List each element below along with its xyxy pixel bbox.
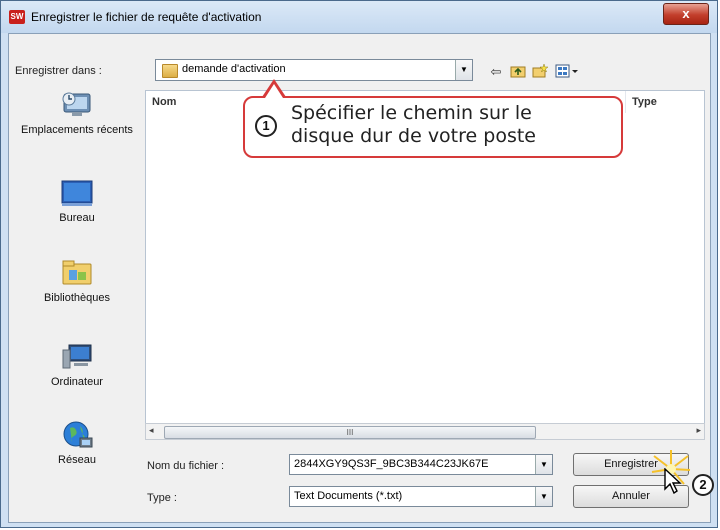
computer-icon <box>60 342 94 372</box>
filename-input[interactable]: 2844XGY9QS3F_9BC3B344C23JK67E ▼ <box>289 454 553 475</box>
chevron-down-icon[interactable]: ▼ <box>535 487 552 506</box>
chevron-down-icon[interactable]: ▼ <box>455 60 472 80</box>
title-bar[interactable]: SW Enregistrer le fichier de requête d'a… <box>1 1 717 33</box>
column-header-type[interactable]: Type <box>626 91 704 113</box>
step-2-number: 2 <box>692 474 714 496</box>
place-computer[interactable]: Ordinateur <box>17 342 137 388</box>
place-desktop-label: Bureau <box>59 212 95 224</box>
filename-label: Nom du fichier : <box>147 460 225 472</box>
place-recent-label: Emplacements récents <box>21 124 133 136</box>
up-folder-icon[interactable] <box>509 64 527 80</box>
scroll-right-icon[interactable]: ▸ <box>696 425 701 436</box>
window-title: Enregistrer le fichier de requête d'acti… <box>31 10 262 24</box>
filetype-dropdown[interactable]: Text Documents (*.txt) ▼ <box>289 486 553 507</box>
views-menu-icon[interactable] <box>555 64 579 80</box>
place-network-label: Réseau <box>58 454 96 466</box>
libraries-icon <box>60 258 94 288</box>
place-computer-label: Ordinateur <box>51 376 103 388</box>
filetype-label: Type : <box>147 492 177 504</box>
callout-text: Spécifier le chemin sur le disque dur de… <box>291 102 536 148</box>
folder-icon <box>162 64 178 78</box>
save-in-label: Enregistrer dans : <box>15 65 102 77</box>
callout-number: 1 <box>255 115 277 137</box>
callout-text-line2: disque dur de votre poste <box>291 125 536 147</box>
place-libraries[interactable]: Bibliothèques <box>17 258 137 304</box>
places-bar: Emplacements récents Bureau Bibliothèque… <box>17 86 137 498</box>
place-libraries-label: Bibliothèques <box>43 292 111 304</box>
mouse-cursor-icon <box>664 467 682 500</box>
filetype-value: Text Documents (*.txt) <box>294 490 403 502</box>
back-icon[interactable]: ⇦ <box>487 64 505 80</box>
callout-tail-inner <box>265 84 283 98</box>
recent-places-icon <box>60 90 94 120</box>
place-network[interactable]: Réseau <box>17 420 137 466</box>
new-folder-icon[interactable] <box>531 63 549 80</box>
desktop-icon <box>60 178 94 208</box>
app-logo-icon: SW <box>9 10 25 24</box>
scrollbar-thumb[interactable]: III <box>164 426 536 439</box>
callout-text-line1: Spécifier le chemin sur le <box>291 102 532 124</box>
save-in-dropdown[interactable]: demande d'activation ▼ <box>155 59 473 81</box>
network-icon <box>60 420 94 450</box>
place-desktop[interactable]: Bureau <box>17 178 137 224</box>
chevron-down-icon[interactable]: ▼ <box>535 455 552 474</box>
horizontal-scrollbar[interactable]: ◂ III ▸ <box>145 423 705 440</box>
callout-annotation: 1 Spécifier le chemin sur le disque dur … <box>243 96 623 158</box>
save-dialog: SW Enregistrer le fichier de requête d'a… <box>0 0 718 528</box>
scroll-left-icon[interactable]: ◂ <box>149 425 154 436</box>
save-in-value: demande d'activation <box>182 63 286 75</box>
place-recent[interactable]: Emplacements récents <box>17 90 137 136</box>
filename-value: 2844XGY9QS3F_9BC3B344C23JK67E <box>294 458 489 470</box>
close-button[interactable]: x <box>663 3 709 25</box>
